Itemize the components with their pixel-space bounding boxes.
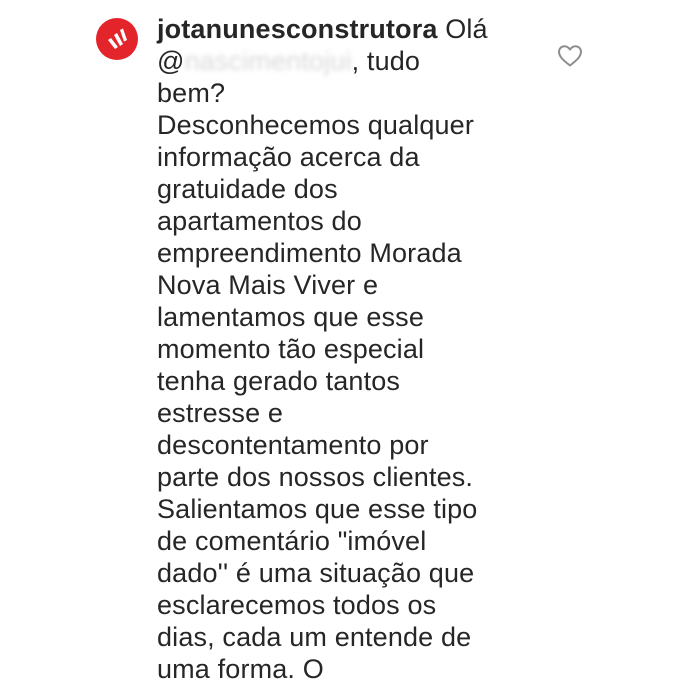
comment-username[interactable]: jotanunesconstrutora bbox=[157, 14, 438, 44]
comment-greeting: Olá bbox=[445, 14, 488, 44]
comment-mention[interactable]: @nascimentojui bbox=[157, 46, 352, 76]
brand-logo-icon bbox=[108, 28, 127, 49]
like-button[interactable] bbox=[557, 44, 583, 68]
comment-body: Desconhecemos qualquer informação acerca… bbox=[157, 110, 478, 684]
mention-prefix: @ bbox=[157, 46, 185, 76]
heart-outline-icon bbox=[558, 45, 582, 67]
avatar[interactable] bbox=[96, 18, 138, 60]
comment-text: jotanunesconstrutora Olá @nascimentojui,… bbox=[157, 13, 519, 685]
comment-screen: jotanunesconstrutora Olá @nascimentojui,… bbox=[0, 0, 700, 700]
mention-redacted-handle: nascimentojui bbox=[184, 46, 352, 76]
